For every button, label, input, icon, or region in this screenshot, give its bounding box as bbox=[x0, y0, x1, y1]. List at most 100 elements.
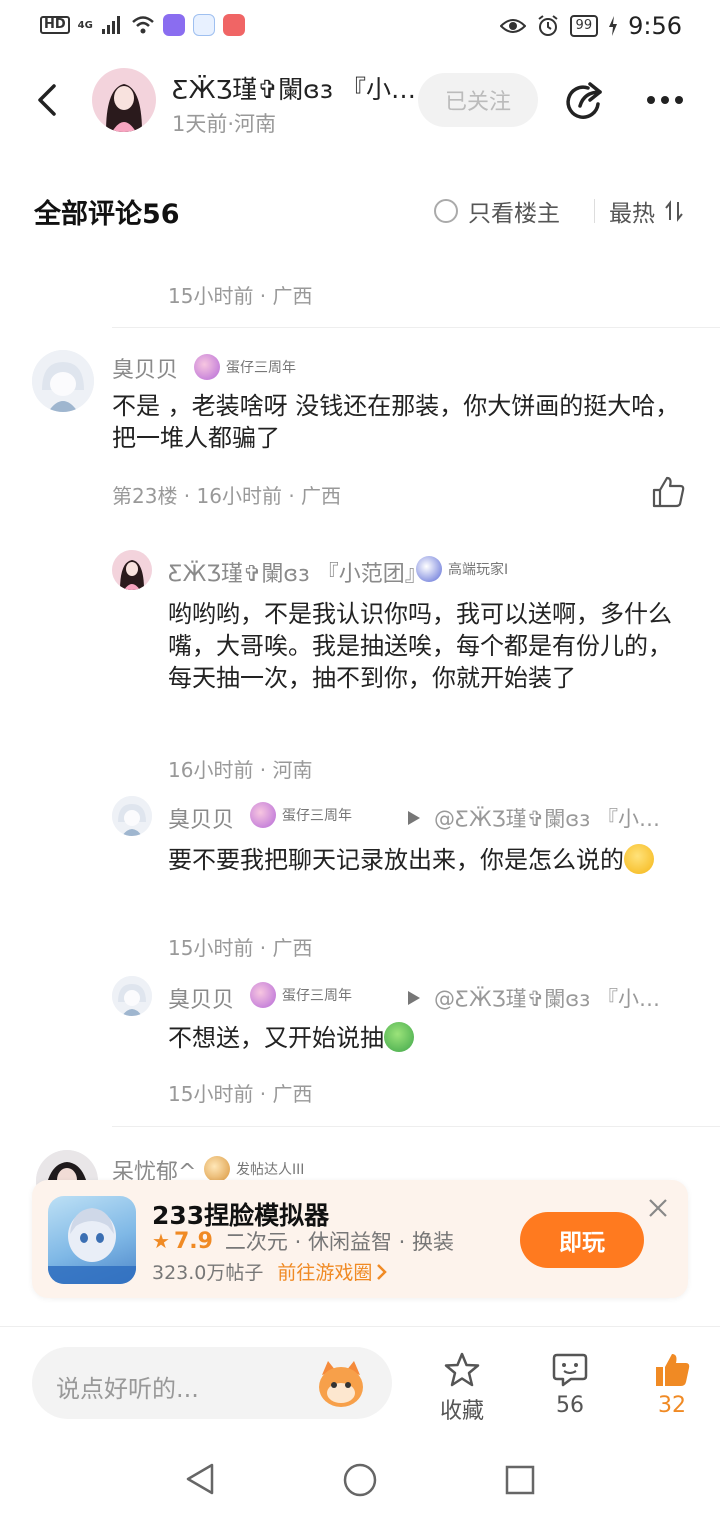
commenter-username[interactable]: 臭贝贝 bbox=[112, 352, 178, 384]
game-artwork bbox=[48, 1208, 136, 1284]
user-badge: 高端玩家I bbox=[416, 556, 508, 582]
ad-tags: 二次元 · 休闲益智 · 换装 bbox=[224, 1230, 454, 1254]
eye-icon bbox=[499, 19, 526, 33]
like-post-button[interactable]: 32 bbox=[632, 1351, 712, 1418]
ad-info-row: ★ 7.9 二次元 · 休闲益智 · 换装 bbox=[152, 1226, 454, 1256]
comment-meta: 第23楼 · 16小时前 · 广西 bbox=[112, 484, 342, 508]
reply-text-content: 要不要我把聊天记录放出来，你是怎么说的 bbox=[168, 846, 624, 874]
thumbs-up-filled-icon bbox=[656, 1354, 690, 1386]
nav-recents-button[interactable] bbox=[504, 1464, 536, 1496]
replier-username[interactable]: ƸӜƷ瑾✞闌ɞɜ 『小范团』 bbox=[168, 556, 427, 588]
reply-text: 哟哟哟，不是我认识你吗，我可以送啊，多什么嘴，大哥唉。我是抽送唉，每个都是有份儿… bbox=[168, 600, 672, 692]
nav-home-button[interactable] bbox=[342, 1462, 378, 1498]
reply-text-content: 不想送，又开始说抽 bbox=[168, 1024, 384, 1052]
reply-meta: 16小时前 · 河南 bbox=[168, 758, 313, 782]
comments-title: 全部评论56 bbox=[34, 199, 180, 230]
avatar-image bbox=[92, 68, 156, 132]
ad-rating: 7.9 bbox=[173, 1228, 213, 1254]
share-button[interactable] bbox=[562, 80, 606, 124]
user-badge: 蛋仔三周年 bbox=[194, 354, 296, 380]
thumbs-up-icon bbox=[652, 476, 685, 508]
reply-target[interactable]: @ƸӜƷ瑾✞闌ɞɜ 『小… bbox=[408, 803, 660, 833]
author-name[interactable]: ƸӜƷ瑾✞闌ɞɜ 『小范… bbox=[172, 70, 422, 106]
circle-home-icon bbox=[343, 1463, 377, 1497]
play-now-button[interactable]: 即玩 bbox=[520, 1212, 644, 1268]
badge-label: 蛋仔三周年 bbox=[282, 988, 352, 1004]
post-header: ƸӜƷ瑾✞闌ɞɜ 『小范… 1天前·河南 已关注 bbox=[0, 60, 720, 140]
replier-avatar[interactable] bbox=[112, 550, 152, 590]
nav-back-button[interactable] bbox=[184, 1462, 218, 1496]
reply-target-name: @ƸӜƷ瑾✞闌ɞɜ 『小… bbox=[434, 807, 660, 831]
ad-link-label: 前往游戏圈 bbox=[277, 1262, 373, 1284]
replier-username[interactable]: 臭贝贝 bbox=[168, 982, 234, 1014]
network-type: 4G bbox=[77, 19, 93, 31]
reply-meta: 15小时前 · 广西 bbox=[168, 284, 313, 308]
avatar-image bbox=[112, 976, 152, 1016]
replier-username[interactable]: 臭贝贝 bbox=[168, 802, 234, 834]
notification-app-icon bbox=[192, 14, 215, 36]
replier-avatar[interactable] bbox=[112, 976, 152, 1016]
reply-target[interactable]: @ƸӜƷ瑾✞闌ɞɜ 『小… bbox=[408, 983, 660, 1013]
anniversary-badge-icon bbox=[250, 982, 276, 1008]
notification-app-icon bbox=[222, 14, 245, 36]
hd-indicator: HD bbox=[40, 16, 70, 34]
user-badge: 蛋仔三周年 bbox=[250, 982, 352, 1008]
sort-label: 最热 bbox=[609, 201, 655, 227]
share-icon bbox=[566, 82, 602, 119]
battery-level: 99 bbox=[569, 15, 599, 37]
ad-circle-link[interactable]: 前往游戏圈 bbox=[277, 1258, 388, 1285]
more-options-button[interactable] bbox=[640, 82, 690, 118]
reply-arrow-icon bbox=[408, 811, 420, 825]
alarm-icon bbox=[537, 15, 558, 36]
favorite-label: 收藏 bbox=[439, 1399, 484, 1424]
author-avatar[interactable] bbox=[92, 68, 156, 132]
status-bar: HD 4G 99 9:56 bbox=[0, 0, 720, 56]
reply-target-name: @ƸӜƷ瑾✞闌ɞɜ 『小… bbox=[434, 987, 660, 1011]
bottom-action-bar: 说点好听的... 收藏 56 32 bbox=[0, 1326, 720, 1430]
avatar-image bbox=[32, 350, 94, 412]
back-button[interactable] bbox=[28, 78, 68, 122]
triangle-back-icon bbox=[186, 1463, 214, 1495]
dot-icon bbox=[675, 96, 683, 104]
user-badge: 发帖达人III bbox=[204, 1156, 304, 1182]
radio-icon bbox=[434, 199, 458, 223]
like-count: 32 bbox=[658, 1393, 686, 1418]
star-outline-icon bbox=[444, 1352, 480, 1387]
sort-dropdown[interactable]: 最热 bbox=[594, 194, 685, 228]
favorite-button[interactable]: 收藏 bbox=[422, 1351, 502, 1425]
comment-input[interactable]: 说点好听的... bbox=[32, 1347, 392, 1419]
game-ad-card[interactable]: 233捏脸模拟器 ★ 7.9 二次元 · 休闲益智 · 换装 323.0万帖子 … bbox=[32, 1180, 688, 1298]
owner-only-label: 只看楼主 bbox=[468, 201, 560, 227]
close-icon bbox=[649, 1199, 667, 1217]
comments-header: 全部评论56 只看楼主 最热 bbox=[0, 180, 720, 240]
game-icon bbox=[48, 1196, 136, 1284]
reply-meta: 15小时前 · 广西 bbox=[168, 1082, 313, 1106]
square-recents-icon bbox=[505, 1465, 535, 1495]
replier-avatar[interactable] bbox=[112, 796, 152, 836]
commenter-avatar[interactable] bbox=[32, 350, 94, 412]
poster-badge-icon bbox=[204, 1156, 230, 1182]
reply-text: 不想送，又开始说抽 bbox=[168, 1022, 682, 1054]
owner-only-toggle[interactable]: 只看楼主 bbox=[434, 194, 560, 228]
comments-button[interactable]: 56 bbox=[530, 1351, 610, 1418]
follow-button[interactable]: 已关注 bbox=[418, 73, 538, 127]
mascot-sticker-icon[interactable] bbox=[314, 1357, 368, 1411]
ad-post-count: 323.0万帖子 bbox=[152, 1262, 264, 1284]
reply-text: 要不要我把聊天记录放出来，你是怎么说的 bbox=[168, 844, 682, 876]
star-icon: ★ bbox=[152, 1229, 170, 1253]
ad-rating-group: ★ 7.9 bbox=[152, 1229, 213, 1254]
comment-placeholder: 说点好听的... bbox=[56, 1375, 199, 1403]
like-button[interactable] bbox=[650, 474, 686, 510]
reply-arrow-icon bbox=[408, 991, 420, 1005]
sick-face-emoji-icon bbox=[384, 1022, 414, 1052]
status-right: 99 9:56 bbox=[499, 12, 682, 40]
system-nav-bar bbox=[0, 1436, 720, 1520]
ad-close-button[interactable] bbox=[644, 1194, 672, 1222]
divider bbox=[112, 327, 720, 328]
back-arrow-icon bbox=[38, 84, 56, 116]
signal-icon bbox=[101, 16, 120, 34]
status-left: HD 4G bbox=[40, 14, 245, 36]
badge-label: 蛋仔三周年 bbox=[226, 360, 296, 376]
anniversary-badge-icon bbox=[194, 354, 220, 380]
mascot-image bbox=[319, 1361, 363, 1407]
